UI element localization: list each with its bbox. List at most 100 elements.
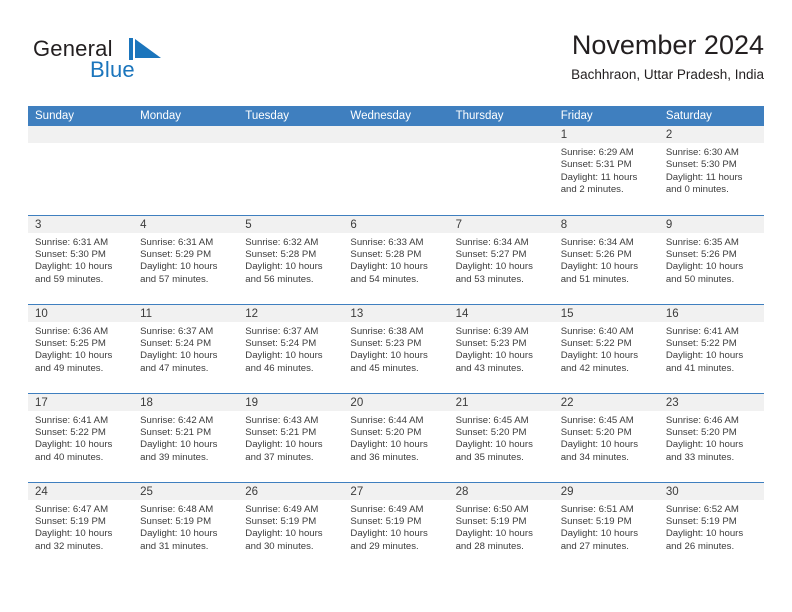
sunset-time: Sunset: 5:28 PM bbox=[245, 248, 317, 260]
calendar-day-cell-empty bbox=[28, 126, 134, 215]
daylight-duration-line1: Daylight: 10 hours bbox=[35, 528, 113, 540]
daylight-duration-line1: Daylight: 10 hours bbox=[560, 350, 639, 362]
calendar-day-cell[interactable]: 24 Sunrise: 6:47 AM Sunset: 5:19 PM Dayligh… bbox=[28, 481, 134, 571]
sunrise-time: Sunrise: 6:52 AM bbox=[665, 503, 739, 515]
sunrise-time: Sunrise: 6:35 AM bbox=[665, 236, 739, 248]
calendar-day-cell[interactable]: 4 Sunrise: 6:31 AM Sunset: 5:29 PM Daylight… bbox=[133, 214, 239, 304]
weekday-header-tuesday: Tuesday bbox=[238, 106, 344, 126]
calendar-day-cell[interactable]: 6 Sunrise: 6:33 AM Sunset: 5:28 PM Daylight… bbox=[343, 214, 449, 304]
calendar-header-row: Sunday Monday Tuesday Wednesday Thursday… bbox=[28, 106, 764, 126]
calendar-day-cell-empty bbox=[343, 126, 449, 215]
daylight-duration-line1: Daylight: 10 hours bbox=[35, 439, 113, 451]
daylight-duration-line2: and 26 minutes. bbox=[665, 540, 735, 552]
daylight-duration-line2: and 46 minutes. bbox=[245, 362, 314, 374]
day-details: Sunrise: 6:35 AM Sunset: 5:26 PM Daylight:… bbox=[659, 233, 764, 287]
sunset-time: Sunset: 5:23 PM bbox=[350, 337, 422, 349]
calendar-day-cell[interactable]: 15 Sunrise: 6:40 AM Sunset: 5:22 PM Dayligh… bbox=[553, 303, 659, 393]
sunrise-time: Sunrise: 6:44 AM bbox=[350, 414, 424, 426]
day-number bbox=[238, 126, 344, 143]
sunset-time: Sunset: 5:27 PM bbox=[455, 248, 527, 260]
sunset-time: Sunset: 5:19 PM bbox=[455, 515, 527, 527]
daylight-duration-line1: Daylight: 10 hours bbox=[245, 528, 323, 540]
day-details: Sunrise: 6:44 AM Sunset: 5:20 PM Daylight:… bbox=[343, 411, 448, 465]
calendar-day-cell[interactable]: 20 Sunrise: 6:44 AM Sunset: 5:20 PM Dayligh… bbox=[343, 392, 449, 482]
calendar-week-row: 17 Sunrise: 6:41 AM Sunset: 5:22 PM Dayligh… bbox=[28, 392, 764, 482]
daylight-duration-line2: and 36 minutes. bbox=[350, 451, 419, 463]
sunrise-time: Sunrise: 6:49 AM bbox=[245, 503, 319, 515]
calendar-body: 1 Sunrise: 6:29 AM Sunset: 5:31 PM Daylight… bbox=[28, 126, 764, 571]
calendar-day-cell[interactable]: 9 Sunrise: 6:35 AM Sunset: 5:26 PM Daylight… bbox=[658, 214, 764, 304]
day-number bbox=[133, 126, 239, 143]
sunset-time: Sunset: 5:30 PM bbox=[35, 248, 106, 260]
calendar-day-cell[interactable]: 18 Sunrise: 6:42 AM Sunset: 5:21 PM Dayligh… bbox=[133, 392, 239, 482]
calendar-day-cell[interactable]: 26 Sunrise: 6:49 AM Sunset: 5:19 PM Dayligh… bbox=[238, 481, 344, 571]
daylight-duration-line1: Daylight: 10 hours bbox=[455, 528, 533, 540]
day-number: 30 bbox=[658, 482, 764, 500]
generalblue-logo[interactable]: General Blue bbox=[28, 34, 208, 88]
sunset-time: Sunset: 5:20 PM bbox=[350, 426, 422, 438]
calendar-day-cell[interactable]: 27 Sunrise: 6:49 AM Sunset: 5:19 PM Dayligh… bbox=[343, 481, 449, 571]
calendar-day-cell[interactable]: 22 Sunrise: 6:45 AM Sunset: 5:20 PM Dayligh… bbox=[553, 392, 659, 482]
daylight-duration-line2: and 50 minutes. bbox=[665, 273, 735, 285]
day-number: 18 bbox=[133, 393, 239, 411]
calendar-day-cell[interactable]: 12 Sunrise: 6:37 AM Sunset: 5:24 PM Dayligh… bbox=[238, 303, 344, 393]
daylight-duration-line2: and 56 minutes. bbox=[245, 273, 314, 285]
daylight-duration-line2: and 33 minutes. bbox=[665, 451, 735, 463]
calendar-day-cell[interactable]: 21 Sunrise: 6:45 AM Sunset: 5:20 PM Dayligh… bbox=[448, 392, 554, 482]
calendar-day-cell[interactable]: 19 Sunrise: 6:43 AM Sunset: 5:21 PM Dayligh… bbox=[238, 392, 344, 482]
daylight-duration-line2: and 49 minutes. bbox=[35, 362, 104, 374]
sunset-time: Sunset: 5:19 PM bbox=[560, 515, 632, 527]
day-details: Sunrise: 6:52 AM Sunset: 5:19 PM Daylight:… bbox=[659, 500, 764, 554]
weekday-header-monday: Monday bbox=[133, 106, 239, 126]
calendar-day-cell[interactable]: 25 Sunrise: 6:48 AM Sunset: 5:19 PM Dayligh… bbox=[133, 481, 239, 571]
calendar-day-cell[interactable]: 5 Sunrise: 6:32 AM Sunset: 5:28 PM Daylight… bbox=[238, 214, 344, 304]
calendar-day-cell[interactable]: 17 Sunrise: 6:41 AM Sunset: 5:22 PM Dayligh… bbox=[28, 392, 134, 482]
day-number: 15 bbox=[553, 304, 659, 322]
calendar-day-cell[interactable]: 3 Sunrise: 6:31 AM Sunset: 5:30 PM Daylight… bbox=[28, 214, 134, 304]
sunrise-time: Sunrise: 6:50 AM bbox=[455, 503, 529, 515]
sunset-time: Sunset: 5:19 PM bbox=[35, 515, 106, 527]
calendar-day-cell[interactable]: 8 Sunrise: 6:34 AM Sunset: 5:26 PM Daylight… bbox=[553, 214, 659, 304]
sunrise-time: Sunrise: 6:37 AM bbox=[245, 325, 319, 337]
calendar-day-cell[interactable]: 7 Sunrise: 6:34 AM Sunset: 5:27 PM Daylight… bbox=[448, 214, 554, 304]
sunset-time: Sunset: 5:22 PM bbox=[665, 337, 737, 349]
calendar-day-cell[interactable]: 28 Sunrise: 6:50 AM Sunset: 5:19 PM Dayligh… bbox=[448, 481, 554, 571]
day-number: 12 bbox=[238, 304, 344, 322]
daylight-duration-line1: Daylight: 11 hours bbox=[560, 171, 638, 183]
sunrise-time: Sunrise: 6:43 AM bbox=[245, 414, 319, 426]
calendar-day-cell[interactable]: 13 Sunrise: 6:38 AM Sunset: 5:23 PM Dayligh… bbox=[343, 303, 449, 393]
calendar-week-row: 3 Sunrise: 6:31 AM Sunset: 5:30 PM Daylight… bbox=[28, 214, 764, 304]
day-details: Sunrise: 6:43 AM Sunset: 5:21 PM Daylight:… bbox=[238, 411, 343, 465]
calendar-day-cell[interactable]: 11 Sunrise: 6:37 AM Sunset: 5:24 PM Dayligh… bbox=[133, 303, 239, 393]
calendar-day-cell[interactable]: 30 Sunrise: 6:52 AM Sunset: 5:19 PM Dayligh… bbox=[658, 481, 764, 571]
sunrise-time: Sunrise: 6:41 AM bbox=[665, 325, 739, 337]
daylight-duration-line1: Daylight: 10 hours bbox=[560, 439, 639, 451]
calendar-day-cell[interactable]: 1 Sunrise: 6:29 AM Sunset: 5:31 PM Daylight… bbox=[553, 126, 659, 215]
sunrise-time: Sunrise: 6:47 AM bbox=[35, 503, 109, 515]
day-number: 11 bbox=[133, 304, 239, 322]
sunset-time: Sunset: 5:19 PM bbox=[140, 515, 212, 527]
daylight-duration-line2: and 51 minutes. bbox=[560, 273, 629, 285]
sunrise-time: Sunrise: 6:49 AM bbox=[350, 503, 424, 515]
daylight-duration-line2: and 34 minutes. bbox=[560, 451, 629, 463]
day-details: Sunrise: 6:45 AM Sunset: 5:20 PM Daylight:… bbox=[449, 411, 554, 465]
sunset-time: Sunset: 5:20 PM bbox=[560, 426, 632, 438]
day-number: 16 bbox=[658, 304, 764, 322]
calendar-day-cell[interactable]: 16 Sunrise: 6:41 AM Sunset: 5:22 PM Dayligh… bbox=[658, 303, 764, 393]
day-details: Sunrise: 6:33 AM Sunset: 5:28 PM Daylight:… bbox=[343, 233, 448, 287]
calendar-day-cell[interactable]: 10 Sunrise: 6:36 AM Sunset: 5:25 PM Dayligh… bbox=[28, 303, 134, 393]
sunrise-time: Sunrise: 6:33 AM bbox=[350, 236, 424, 248]
day-details: Sunrise: 6:31 AM Sunset: 5:30 PM Daylight:… bbox=[28, 233, 133, 287]
day-number: 17 bbox=[28, 393, 134, 411]
daylight-duration-line2: and 59 minutes. bbox=[35, 273, 104, 285]
calendar-day-cell[interactable]: 14 Sunrise: 6:39 AM Sunset: 5:23 PM Dayligh… bbox=[448, 303, 554, 393]
day-number: 28 bbox=[448, 482, 554, 500]
calendar-page: General Blue November 2024 Bachhraon, Ut… bbox=[0, 0, 792, 612]
daylight-duration-line2: and 37 minutes. bbox=[245, 451, 314, 463]
sunset-time: Sunset: 5:29 PM bbox=[140, 248, 212, 260]
sunset-time: Sunset: 5:22 PM bbox=[35, 426, 106, 438]
calendar-day-cell[interactable]: 2 Sunrise: 6:30 AM Sunset: 5:30 PM Daylight… bbox=[658, 126, 764, 215]
calendar-day-cell[interactable]: 29 Sunrise: 6:51 AM Sunset: 5:19 PM Dayligh… bbox=[553, 481, 659, 571]
sunset-time: Sunset: 5:21 PM bbox=[140, 426, 212, 438]
calendar-day-cell[interactable]: 23 Sunrise: 6:46 AM Sunset: 5:20 PM Dayligh… bbox=[658, 392, 764, 482]
